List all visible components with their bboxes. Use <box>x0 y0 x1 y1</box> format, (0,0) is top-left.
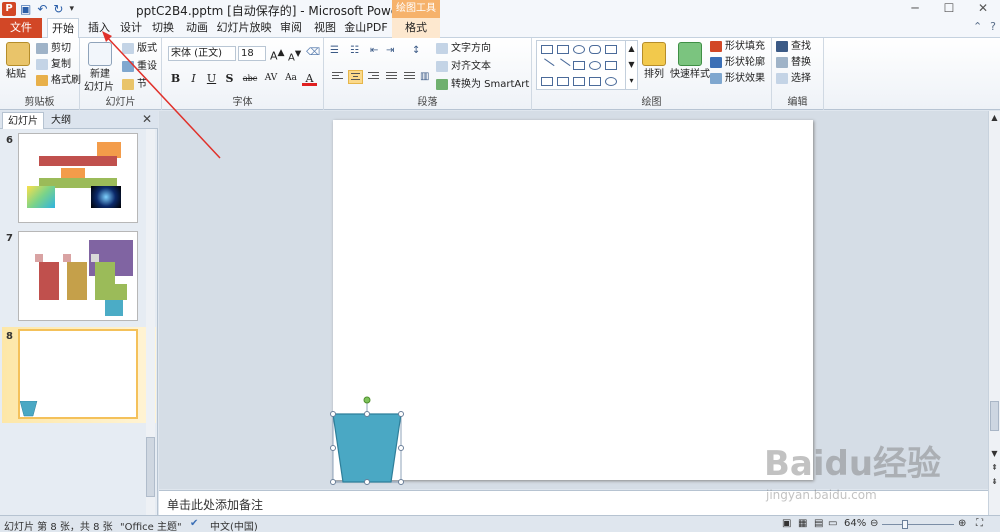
scroll-up-icon[interactable]: ▲ <box>989 113 1000 122</box>
slide-count-status: 幻灯片 第 8 张，共 8 张 <box>4 522 113 532</box>
baidu-watermark: Baidu经验 jingyan.baidu.com <box>736 430 998 520</box>
zoom-slider-track[interactable] <box>882 524 954 525</box>
arrow-line <box>105 35 221 159</box>
zoom-slider-knob[interactable] <box>902 520 908 529</box>
language-status[interactable]: 中文(中国) <box>210 518 258 532</box>
watermark-url: jingyan.baidu.com <box>766 488 877 502</box>
theme-status: "Office 主题" <box>120 522 182 532</box>
editor-scroll-thumb[interactable] <box>990 401 999 431</box>
watermark-logo-text: Baidu经验 <box>764 444 942 484</box>
spellcheck-icon[interactable]: ✔ <box>190 518 198 529</box>
notes-placeholder[interactable]: 单击此处添加备注 <box>167 496 263 513</box>
